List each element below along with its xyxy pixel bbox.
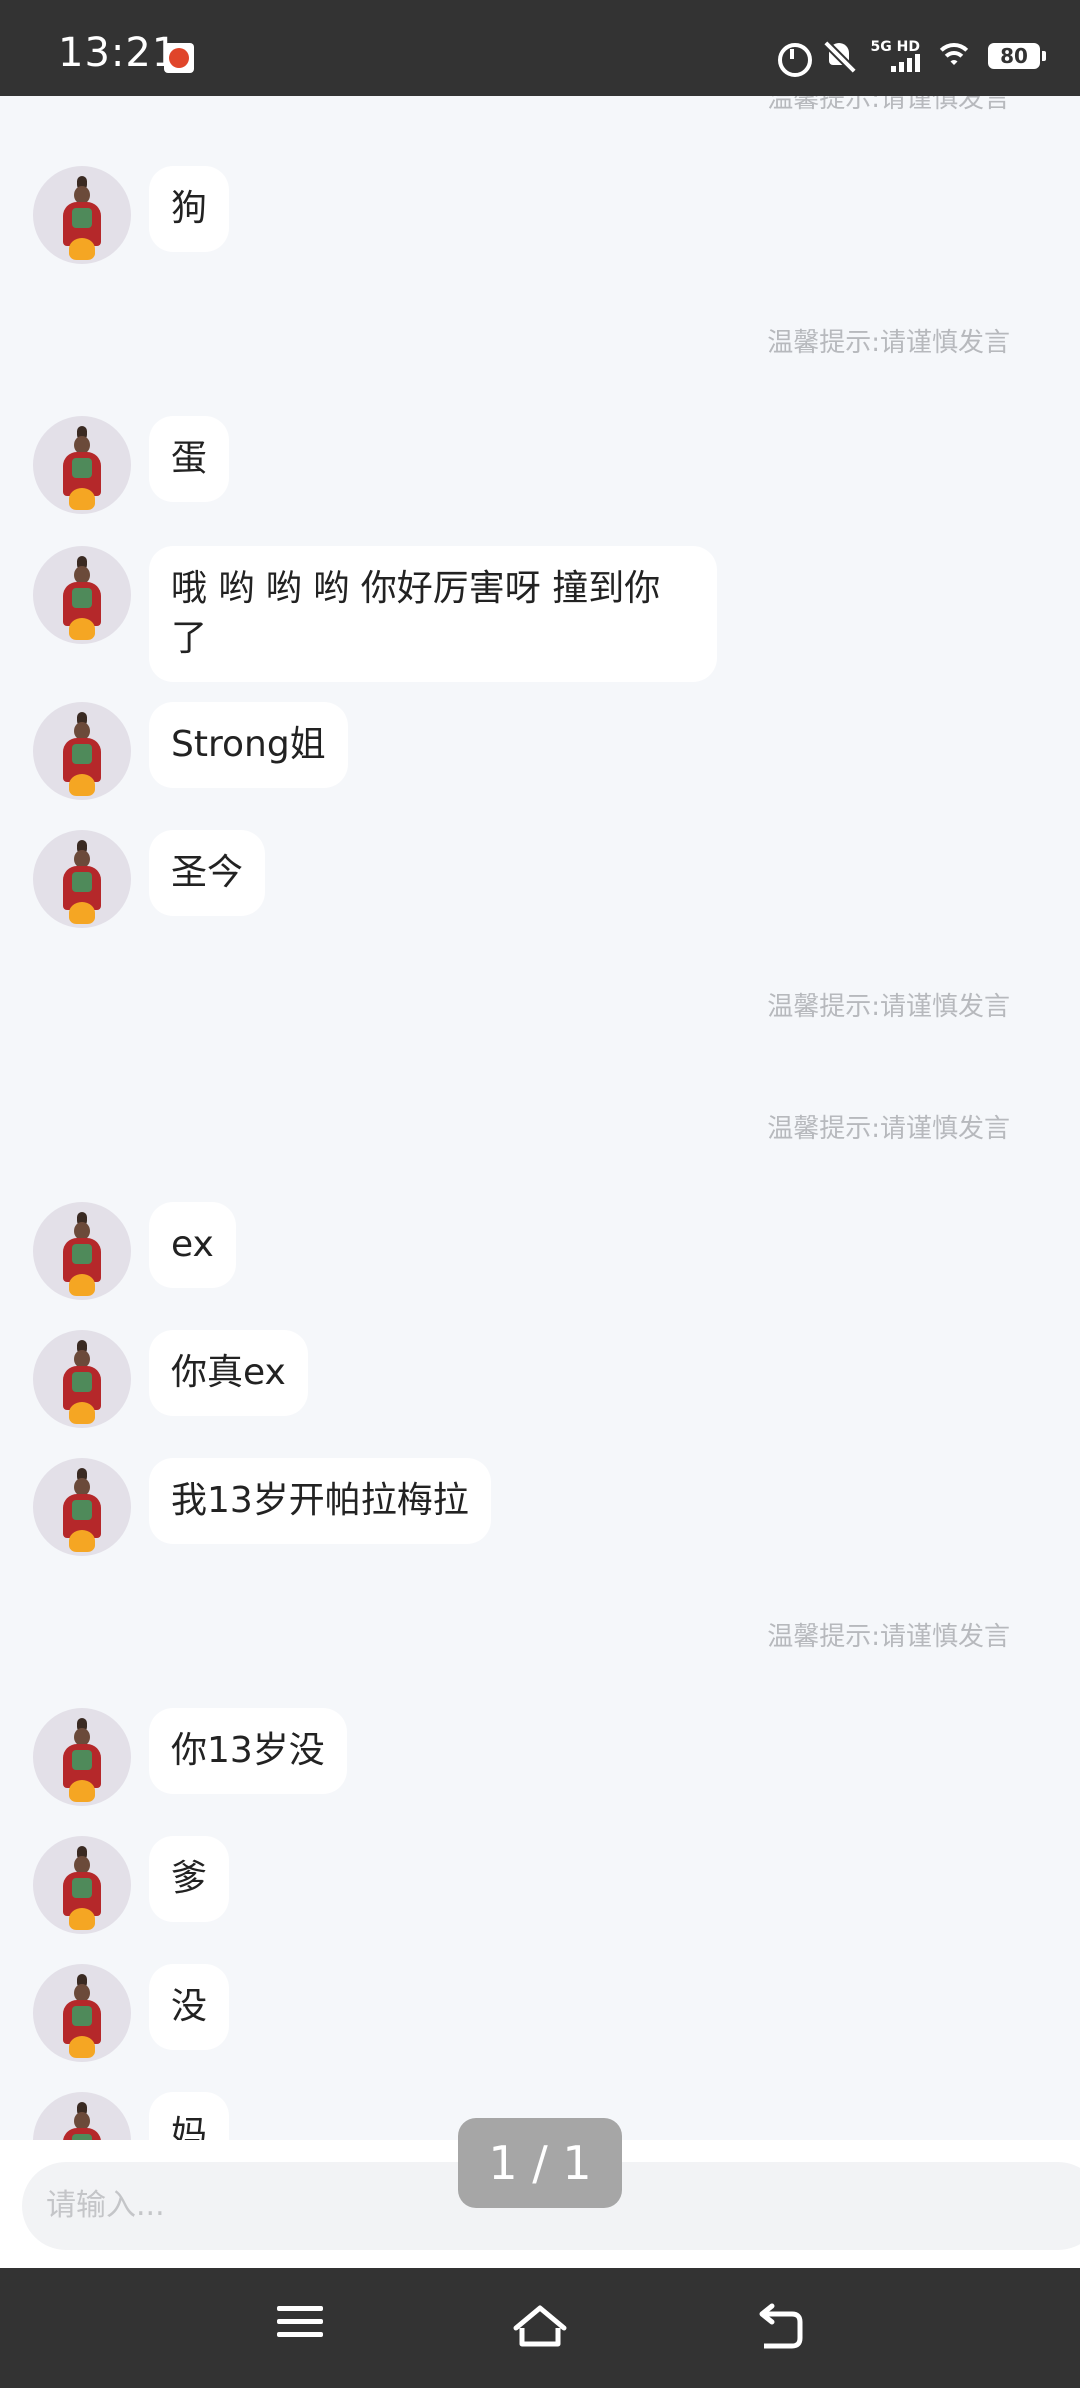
message-bubble[interactable]: 蛋	[149, 416, 230, 502]
message-item[interactable]: 狗	[33, 166, 230, 264]
status-bar: 13:21 5G HD 80	[0, 0, 1080, 96]
message-item[interactable]: 哦 哟 哟 哟 你好厉害呀 撞到你了	[33, 546, 717, 682]
message-item[interactable]: 没	[33, 1964, 230, 2062]
mute-icon	[823, 39, 857, 73]
alarm-icon	[775, 39, 812, 77]
message-bubble[interactable]: 你13岁没	[149, 1708, 347, 1794]
avatar[interactable]	[33, 1708, 131, 1806]
message-item[interactable]: 我13岁开帕拉梅拉	[33, 1458, 491, 1556]
notice-text: 温馨提示:请谨慎发言	[767, 96, 1010, 114]
menu-icon[interactable]	[270, 2298, 330, 2358]
notice-text: 温馨提示:请谨慎发言	[767, 1114, 1010, 1144]
message-item[interactable]: 你13岁没	[33, 1708, 347, 1806]
message-item[interactable]: Strong姐	[33, 702, 348, 800]
navigation-bar	[0, 2268, 1080, 2388]
back-icon[interactable]	[750, 2298, 810, 2358]
avatar[interactable]	[33, 1964, 131, 2062]
message-bubble[interactable]: 圣今	[149, 830, 266, 916]
message-bubble[interactable]: 狗	[149, 166, 230, 252]
message-item[interactable]: 妈	[33, 2092, 230, 2140]
message-bubble[interactable]: 我13岁开帕拉梅拉	[149, 1458, 491, 1544]
status-icons: 5G HD 80	[775, 36, 1046, 77]
message-bubble[interactable]: 你真ex	[149, 1330, 308, 1416]
message-item[interactable]: 你真ex	[33, 1330, 308, 1428]
home-icon[interactable]	[510, 2298, 570, 2358]
notice-text: 温馨提示:请谨慎发言	[767, 328, 1010, 358]
avatar[interactable]	[33, 830, 131, 928]
app-notification-icon	[164, 43, 194, 73]
avatar[interactable]	[33, 1330, 131, 1428]
avatar[interactable]	[33, 1836, 131, 1934]
message-bubble[interactable]: Strong姐	[149, 702, 348, 788]
avatar[interactable]	[33, 546, 131, 644]
status-time: 13:21	[58, 30, 179, 76]
message-item[interactable]: 圣今	[33, 830, 266, 928]
avatar[interactable]	[33, 166, 131, 264]
avatar[interactable]	[33, 416, 131, 514]
page-indicator: 1 / 1	[458, 2118, 622, 2208]
message-item[interactable]: 蛋	[33, 416, 230, 514]
chat-message-list[interactable]: 温馨提示:请谨慎发言 狗 温馨提示:请谨慎发言 蛋 哦 哟 哟 哟 你好厉害呀 …	[0, 96, 1080, 2140]
message-bubble[interactable]: 妈	[149, 2092, 230, 2140]
message-item[interactable]: ex	[33, 1202, 236, 1300]
avatar[interactable]	[33, 1458, 131, 1556]
avatar[interactable]	[33, 702, 131, 800]
message-item[interactable]: 爹	[33, 1836, 230, 1934]
message-bubble[interactable]: 没	[149, 1964, 230, 2050]
signal-icon: 5G HD	[871, 40, 920, 72]
avatar[interactable]	[33, 2092, 131, 2140]
message-bubble[interactable]: 哦 哟 哟 哟 你好厉害呀 撞到你了	[149, 546, 717, 682]
message-bubble[interactable]: 爹	[149, 1836, 230, 1922]
avatar[interactable]	[33, 1202, 131, 1300]
message-bubble[interactable]: ex	[149, 1202, 236, 1288]
network-label: 5G HD	[870, 39, 920, 55]
battery-indicator: 80	[988, 43, 1046, 69]
notice-text: 温馨提示:请谨慎发言	[767, 992, 1010, 1022]
notice-text: 温馨提示:请谨慎发言	[767, 1622, 1010, 1652]
wifi-icon	[934, 39, 974, 73]
